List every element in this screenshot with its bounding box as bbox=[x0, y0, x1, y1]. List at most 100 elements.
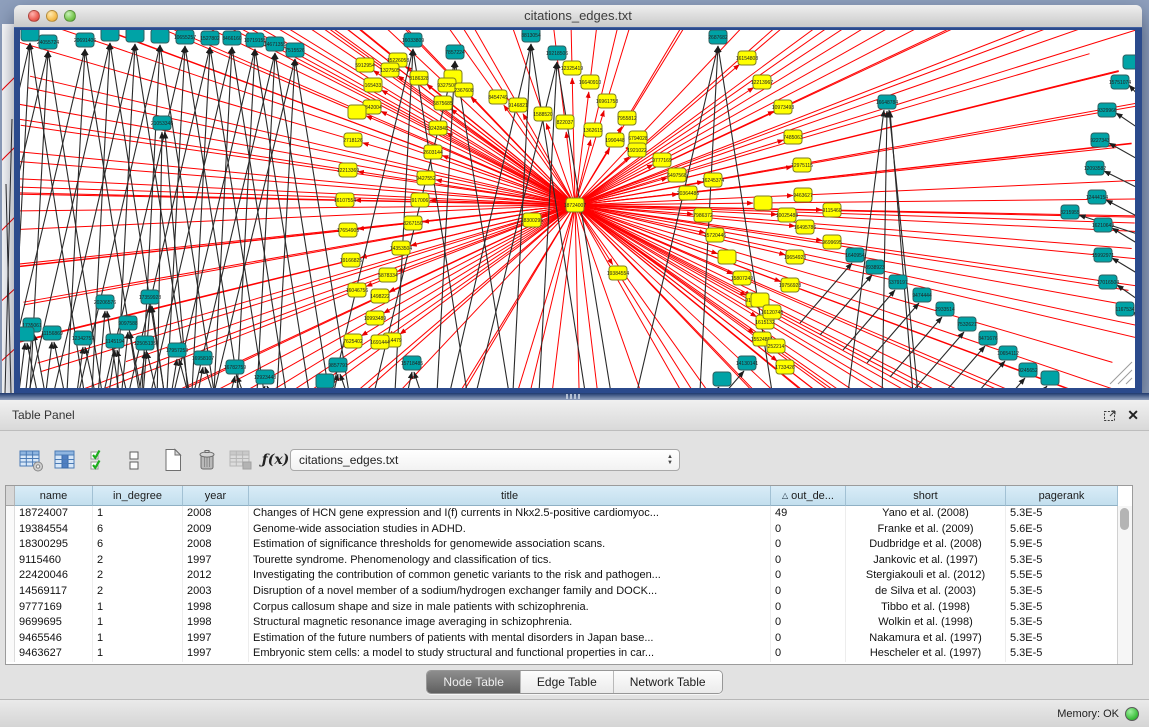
table-row[interactable]: 911546021997Tourette syndrome. Phenomeno… bbox=[6, 553, 1132, 569]
graph-node[interactable] bbox=[713, 372, 731, 386]
graph-node[interactable] bbox=[126, 30, 144, 42]
merge-rows-button[interactable] bbox=[120, 447, 147, 473]
table-cell[interactable]: 2003 bbox=[183, 584, 249, 600]
red-edge[interactable] bbox=[809, 176, 1135, 195]
show-column-button[interactable] bbox=[52, 447, 79, 473]
table-cell[interactable]: 2009 bbox=[183, 522, 249, 538]
new-column-button[interactable] bbox=[159, 447, 186, 473]
table-cell[interactable]: Hescheler et al. (1997) bbox=[846, 646, 1006, 662]
table-cell[interactable]: Estimation of significance thresholds fo… bbox=[249, 537, 771, 553]
splitter-grip-icon[interactable] bbox=[566, 394, 580, 399]
column-header-in-degree[interactable]: in_degree bbox=[93, 486, 183, 506]
red-edge[interactable] bbox=[288, 127, 622, 388]
table-cell[interactable]: Dudbridge et al. (2008) bbox=[846, 537, 1006, 553]
graph-node[interactable] bbox=[718, 250, 736, 264]
red-edge[interactable] bbox=[471, 97, 964, 388]
table-cell[interactable]: 9115460 bbox=[15, 553, 93, 569]
table-cell[interactable]: 5.9E-5 bbox=[1006, 537, 1118, 553]
red-edge[interactable] bbox=[777, 315, 1135, 388]
function-builder-button[interactable]: ƒ(x) bbox=[262, 447, 289, 473]
red-edge[interactable] bbox=[770, 325, 1131, 388]
table-cell[interactable]: 2 bbox=[93, 584, 183, 600]
red-edge[interactable] bbox=[781, 349, 1128, 388]
table-cell[interactable]: 14569117 bbox=[15, 584, 93, 600]
red-edge[interactable] bbox=[808, 90, 1135, 164]
black-edge[interactable] bbox=[44, 342, 52, 388]
table-cell[interactable]: 0 bbox=[771, 553, 846, 569]
table-row[interactable]: 1872400712008Changes of HCN gene express… bbox=[6, 506, 1132, 522]
table-cell[interactable]: 49 bbox=[771, 506, 846, 522]
table-cell[interactable]: Investigating the contribution of common… bbox=[249, 568, 771, 584]
table-cell[interactable]: 0 bbox=[771, 631, 846, 647]
column-header-year[interactable]: year bbox=[183, 486, 249, 506]
table-cell[interactable]: 1 bbox=[93, 615, 183, 631]
delete-table-button[interactable] bbox=[227, 447, 254, 473]
table-vertical-scrollbar[interactable] bbox=[1117, 506, 1132, 664]
tab-network-table[interactable]: Network Table bbox=[613, 671, 722, 693]
black-edge[interactable] bbox=[160, 45, 220, 388]
column-header-short[interactable]: short bbox=[846, 486, 1006, 506]
table-cell[interactable]: 1997 bbox=[183, 631, 249, 647]
panel-splitter[interactable] bbox=[0, 393, 1149, 400]
column-header-out-de-[interactable]: △out_de... bbox=[771, 486, 846, 506]
red-edge[interactable] bbox=[642, 30, 932, 134]
red-edge[interactable] bbox=[790, 371, 1126, 388]
table-cell[interactable]: 5.5E-5 bbox=[1006, 568, 1118, 584]
table-cell[interactable]: 1998 bbox=[183, 615, 249, 631]
table-row[interactable]: 2242004622012Investigating the contribut… bbox=[6, 568, 1132, 584]
black-edge[interactable] bbox=[1134, 312, 1135, 335]
table-cell[interactable]: Changes of HCN gene expression and I(f) … bbox=[249, 506, 771, 522]
table-cell[interactable]: 0 bbox=[771, 615, 846, 631]
table-cell[interactable]: Nakamura et al. (1997) bbox=[846, 631, 1006, 647]
table-row[interactable]: 946554611997Estimation of the future num… bbox=[6, 631, 1132, 647]
red-edge[interactable] bbox=[630, 30, 848, 113]
table-cell[interactable]: Yano et al. (2008) bbox=[846, 506, 1006, 522]
red-edge[interactable] bbox=[507, 92, 589, 388]
table-cell[interactable]: Disruption of a novel member of a sodium… bbox=[249, 584, 771, 600]
table-cell[interactable]: Tibbo et al. (1998) bbox=[846, 600, 1006, 616]
red-edge[interactable] bbox=[406, 66, 1008, 388]
table-cell[interactable]: 9699695 bbox=[15, 615, 93, 631]
tab-edge-table[interactable]: Edge Table bbox=[520, 671, 613, 693]
table-cell[interactable]: 2 bbox=[93, 568, 183, 584]
table-row[interactable]: 1830029562008Estimation of significance … bbox=[6, 537, 1132, 553]
table-cell[interactable]: Wolkin et al. (1998) bbox=[846, 615, 1006, 631]
table-cell[interactable]: Structural magnetic resonance image aver… bbox=[249, 615, 771, 631]
red-edge[interactable] bbox=[793, 215, 1135, 235]
table-cell[interactable]: 9465546 bbox=[15, 631, 93, 647]
table-cell[interactable]: 5.3E-5 bbox=[1006, 631, 1118, 647]
close-panel-icon[interactable]: ✕ bbox=[1127, 407, 1139, 423]
red-edge[interactable] bbox=[796, 287, 1135, 388]
graph-node[interactable] bbox=[1041, 371, 1059, 385]
table-row[interactable]: 1938455462009Genome-wide association stu… bbox=[6, 522, 1132, 538]
table-cell[interactable]: 1998 bbox=[183, 600, 249, 616]
table-cell[interactable]: 2 bbox=[93, 553, 183, 569]
black-edge[interactable] bbox=[237, 376, 253, 388]
red-edge[interactable] bbox=[20, 231, 342, 277]
table-cell[interactable]: 1 bbox=[93, 646, 183, 662]
column-header-title[interactable]: title bbox=[249, 486, 771, 506]
table-cell[interactable]: 5.6E-5 bbox=[1006, 522, 1118, 538]
black-edge[interactable] bbox=[255, 53, 275, 388]
table-cell[interactable]: 2008 bbox=[183, 537, 249, 553]
window-titlebar[interactable]: citations_edges.txt bbox=[14, 5, 1142, 28]
window-resize-grip[interactable] bbox=[1110, 362, 1132, 384]
table-cell[interactable]: de Silva et al. (2003) bbox=[846, 584, 1006, 600]
black-edge[interactable] bbox=[889, 110, 918, 388]
graph-node[interactable] bbox=[20, 327, 34, 341]
red-edge[interactable] bbox=[694, 148, 1116, 193]
scrollbar-thumb[interactable] bbox=[1120, 508, 1129, 530]
table-cell[interactable]: 5.3E-5 bbox=[1006, 553, 1118, 569]
select-columns-button[interactable] bbox=[86, 447, 113, 473]
table-cell[interactable]: 2008 bbox=[183, 506, 249, 522]
black-edge[interactable] bbox=[20, 343, 25, 388]
table-cell[interactable]: 1 bbox=[93, 631, 183, 647]
table-cell[interactable]: Tourette syndrome. Phenomenology and cla… bbox=[249, 553, 771, 569]
table-row[interactable]: 1456911722003Disruption of a novel membe… bbox=[6, 584, 1132, 600]
float-panel-icon[interactable] bbox=[1103, 408, 1117, 422]
black-edge[interactable] bbox=[107, 350, 115, 388]
table-cell[interactable]: 0 bbox=[771, 537, 846, 553]
table-cell[interactable]: 0 bbox=[771, 600, 846, 616]
red-edge[interactable] bbox=[769, 198, 1135, 203]
table-settings-button[interactable] bbox=[18, 447, 45, 473]
